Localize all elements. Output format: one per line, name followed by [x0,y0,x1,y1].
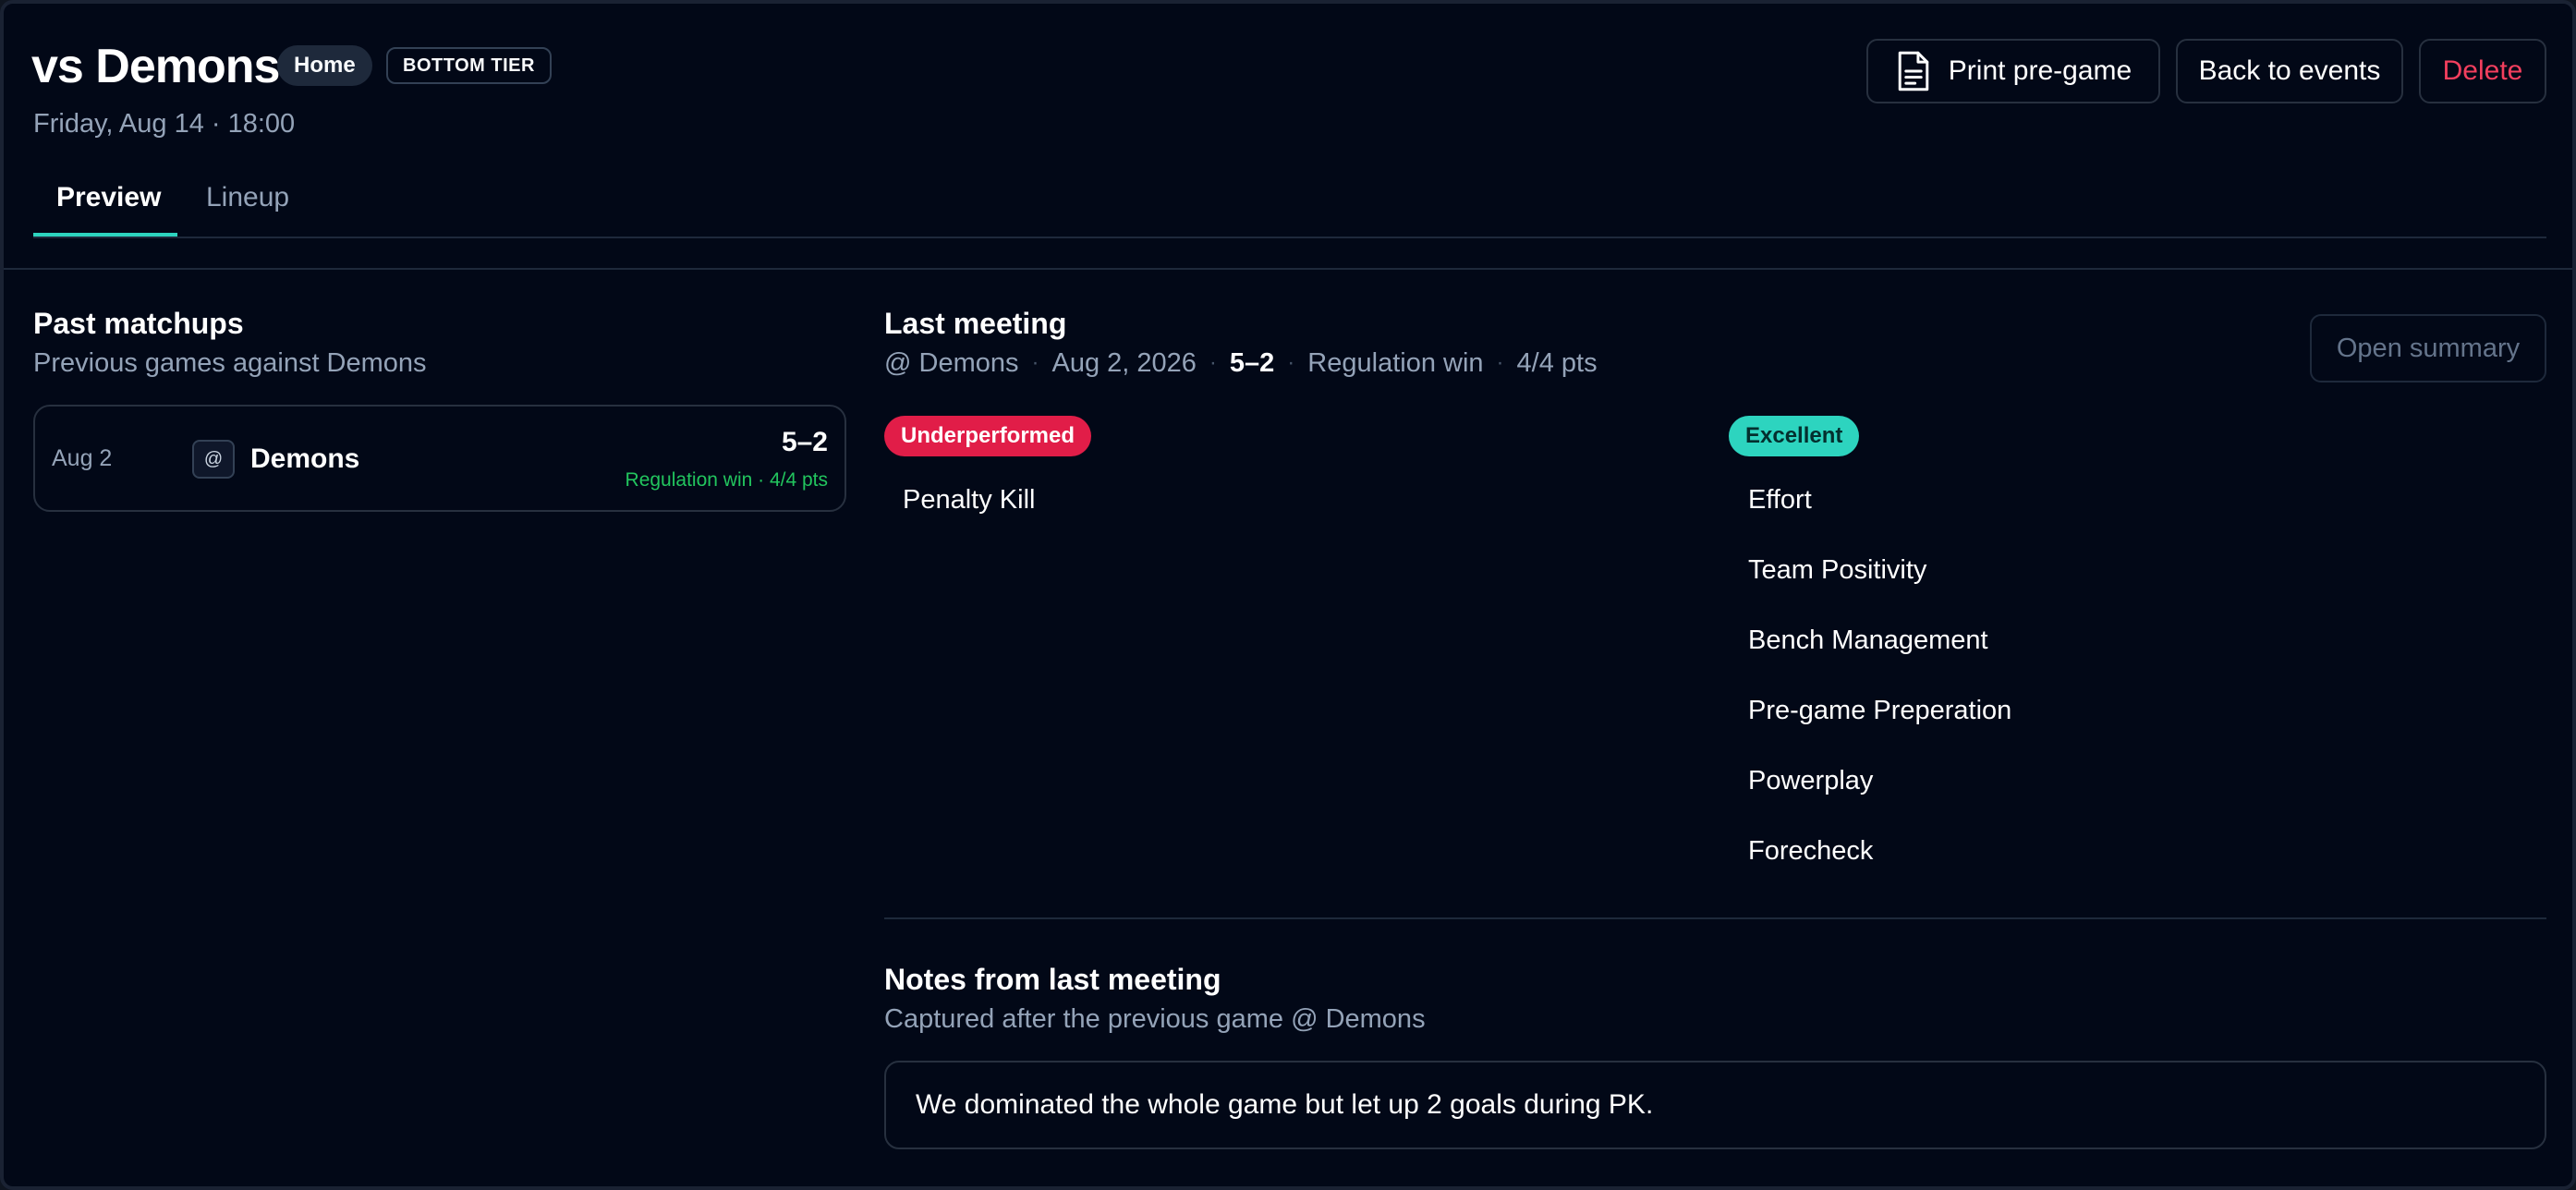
excellent-item: Effort [1748,485,1812,515]
open-summary-button[interactable]: Open summary [2310,314,2546,382]
meta-separator: · [1031,350,1039,375]
last-meeting-score: 5–2 [1229,348,1275,378]
excellent-item: Powerplay [1748,766,1874,795]
tab-preview[interactable]: Preview [56,179,161,216]
print-pregame-button[interactable]: Print pre-game [1866,39,2160,103]
underperformed-item: Penalty Kill [903,485,1036,515]
section-divider [884,1186,2546,1188]
away-marker: @ [192,440,235,479]
meta-separator: · [1287,350,1295,375]
excellent-item: Pre-game Preperation [1748,696,2012,725]
meta-separator: · [1496,350,1504,375]
matchup-date: Aug 2 [52,445,113,471]
last-meeting-points: 4/4 pts [1516,348,1598,378]
header-divider [4,268,2572,270]
home-badge: Home [277,45,372,86]
notes-title: Notes from last meeting [884,963,1221,996]
tier-badge: BOTTOM TIER [386,47,552,84]
past-matchups-subtitle: Previous games against Demons [33,348,427,378]
excellent-item: Forecheck [1748,836,1874,866]
last-meeting-meta: @ Demons · Aug 2, 2026 · 5–2 · Regulatio… [884,346,1598,380]
matchup-result: Regulation win · 4/4 pts [625,469,828,491]
event-datetime: Friday, Aug 14 · 18:00 [33,109,296,139]
document-icon [1898,51,1929,91]
notes-subtitle: Captured after the previous game @ Demon… [884,1004,1426,1034]
event-detail-window: vs Demons Home BOTTOM TIER Friday, Aug 1… [0,0,2576,1190]
excellent-item: Team Positivity [1748,555,1927,585]
delete-button[interactable]: Delete [2419,39,2546,103]
last-meeting-result: Regulation win [1307,348,1484,378]
excellent-item: Bench Management [1748,625,1988,655]
past-matchup-card[interactable]: Aug 2 @ Demons 5–2 Regulation win · 4/4 … [33,405,846,512]
notes-text: We dominated the whole game but let up 2… [884,1061,2546,1149]
active-tab-indicator [33,233,177,237]
matchup-opponent: Demons [250,443,360,474]
meta-separator: · [1209,350,1217,375]
print-pregame-label: Print pre-game [1948,55,2132,86]
last-meeting-date: Aug 2, 2026 [1051,348,1197,378]
past-matchups-title: Past matchups [33,307,244,340]
tabs-divider [33,237,2546,238]
tab-lineup[interactable]: Lineup [206,179,289,216]
last-meeting-opponent: @ Demons [884,348,1019,378]
matchup-score: 5–2 [781,427,828,457]
excellent-badge: Excellent [1729,416,1860,456]
underperformed-badge: Underperformed [884,416,1092,456]
back-to-events-button[interactable]: Back to events [2176,39,2403,103]
page-title: vs Demons [31,40,280,93]
section-divider [884,917,2546,919]
last-meeting-title: Last meeting [884,307,1067,340]
